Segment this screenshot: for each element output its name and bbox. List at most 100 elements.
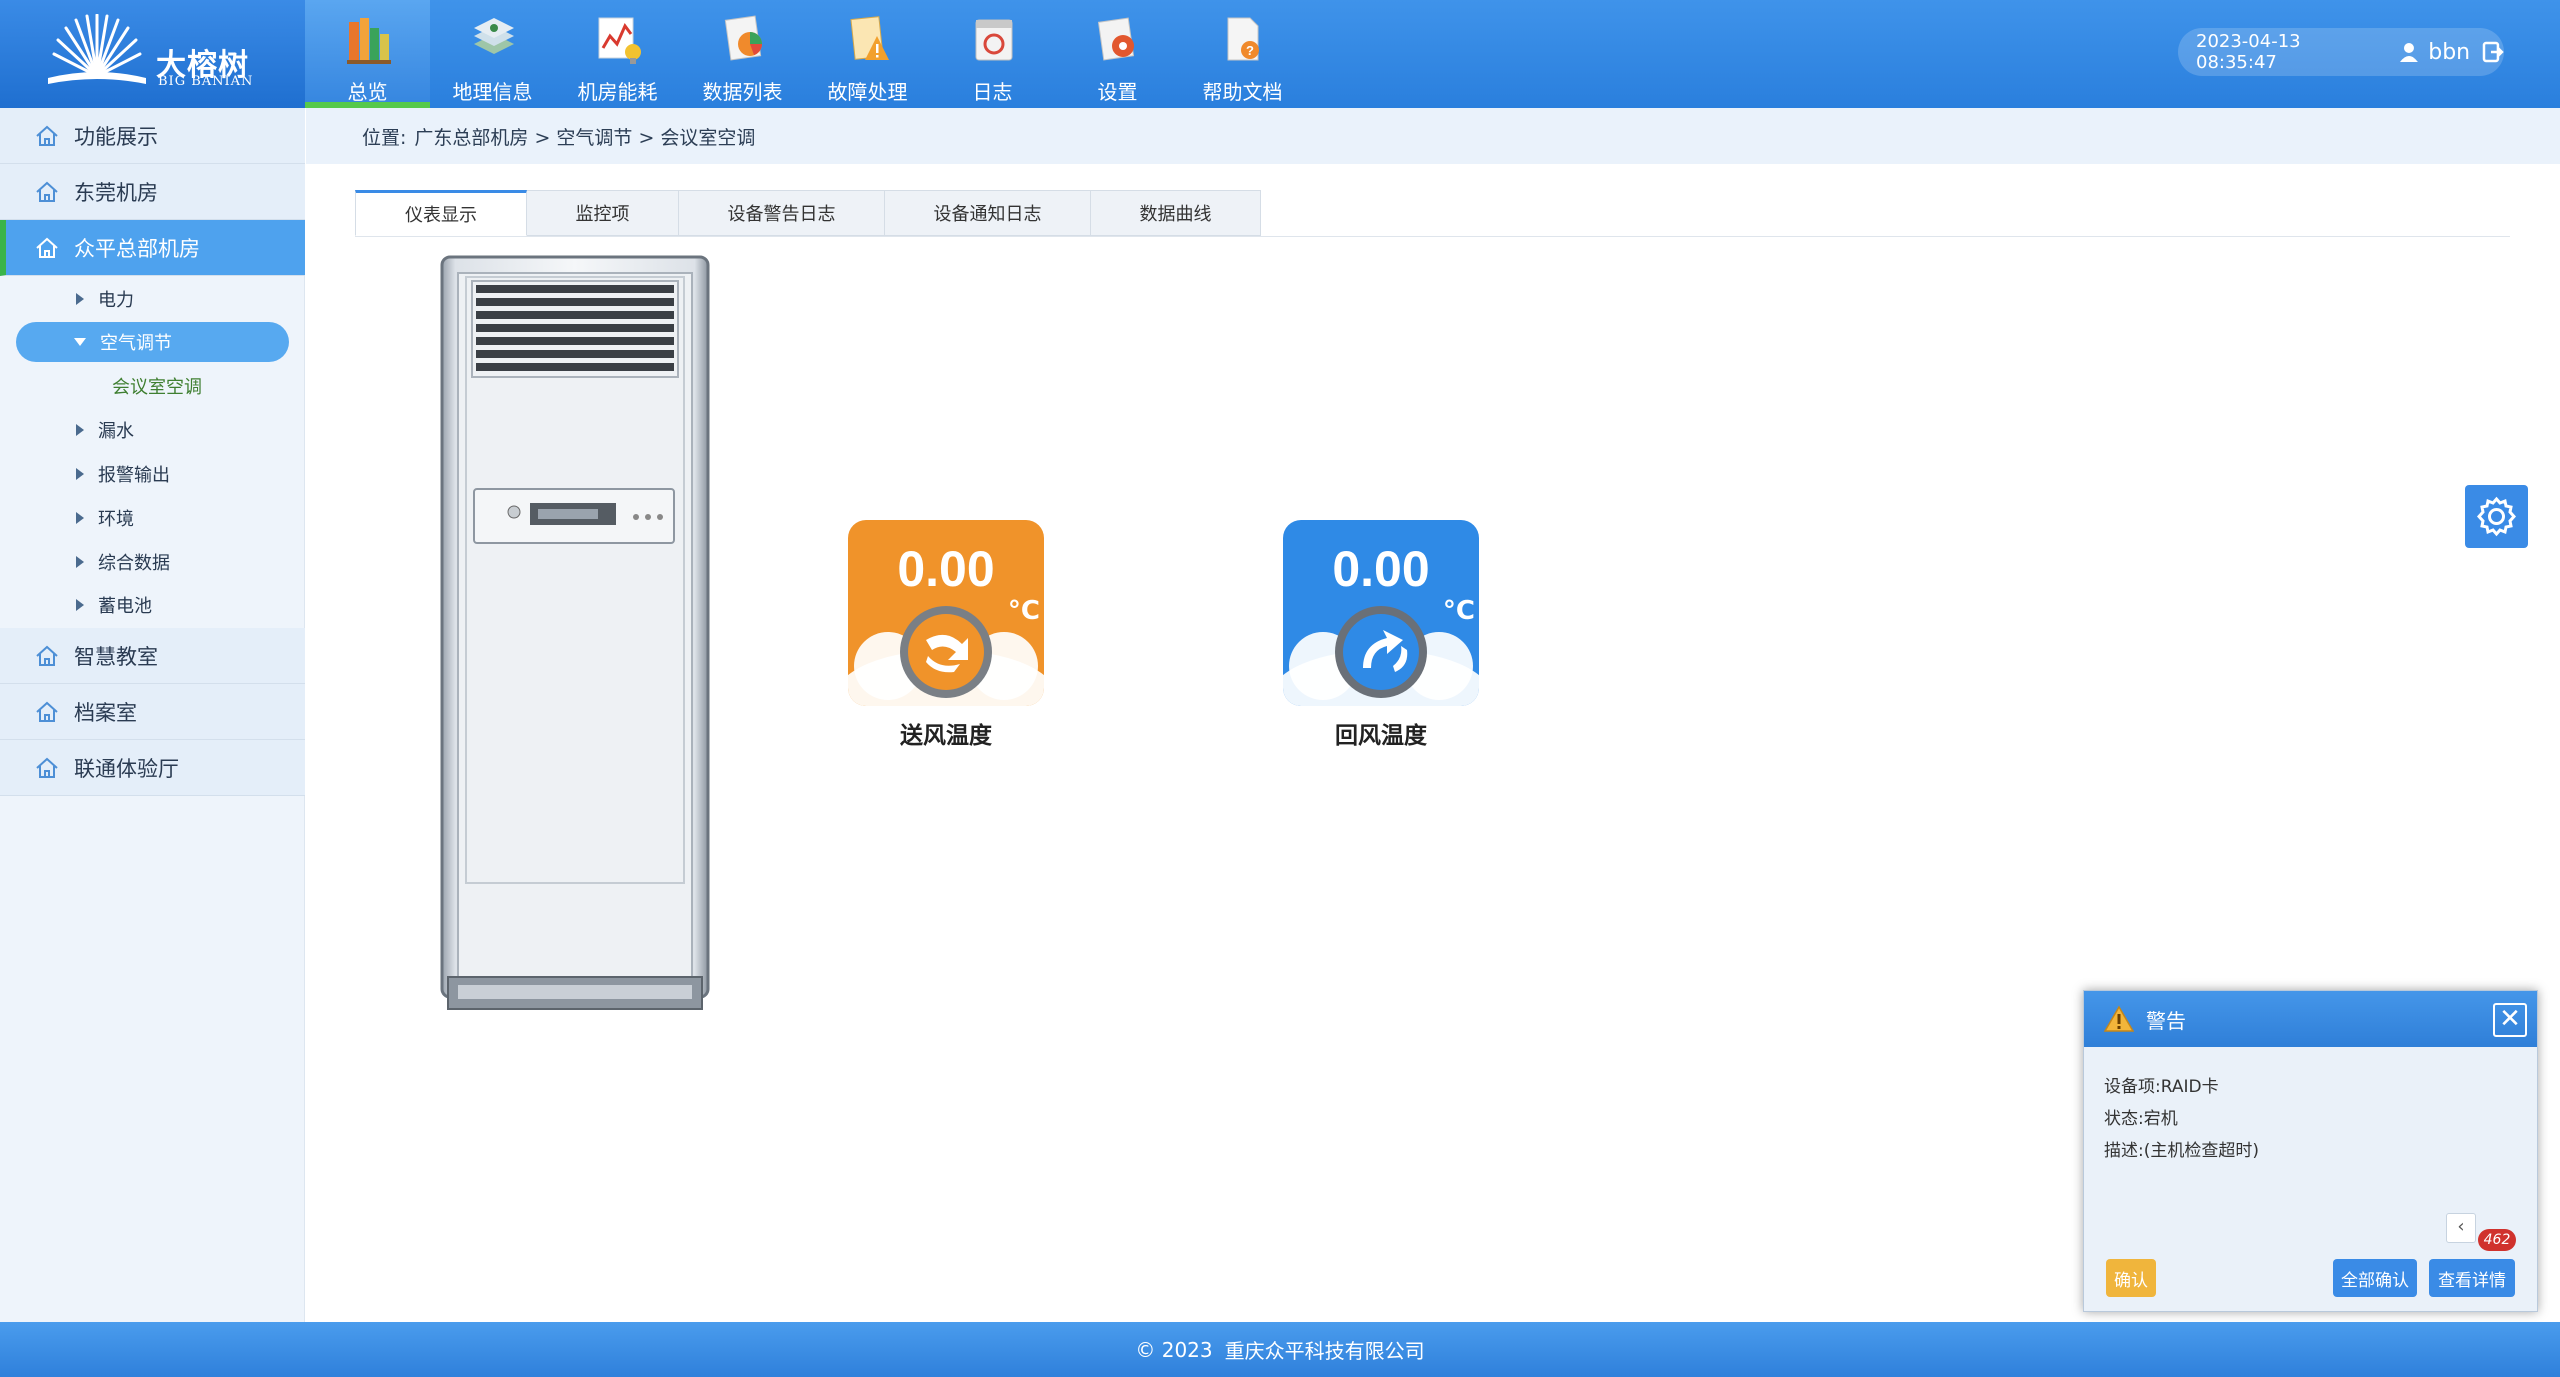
- confirm-button[interactable]: 确认: [2106, 1259, 2156, 1297]
- tab-data-curve[interactable]: 数据曲线: [1091, 190, 1261, 236]
- confirm-all-button[interactable]: 全部确认: [2333, 1259, 2417, 1297]
- sidebar-item-label: 环境: [98, 509, 134, 530]
- sidebar-group-feature-demo[interactable]: 功能展示: [0, 108, 305, 164]
- sidebar-group-dongguan[interactable]: 东莞机房: [0, 164, 305, 220]
- sidebar-item-air-conditioning[interactable]: 空气调节: [16, 322, 289, 362]
- user-info-bar: 2023-04-13 08:35:47 bbn: [2178, 28, 2504, 76]
- nav-settings-label: 设置: [1097, 80, 1138, 104]
- return-air-temp-gauge: 0.00 °C: [1283, 520, 1479, 706]
- username[interactable]: bbn: [2428, 40, 2470, 65]
- sidebar-item-alarm-output[interactable]: 报警输出: [16, 454, 289, 494]
- return-air-temp-label: 回风温度: [1335, 723, 1427, 749]
- expand-arrow-icon: [76, 424, 84, 436]
- help-doc-icon: ?: [1227, 17, 1259, 61]
- user-icon: [2400, 43, 2419, 62]
- expand-arrow-icon: [76, 293, 84, 305]
- sidebar-item-label: 报警输出: [98, 465, 170, 486]
- close-button[interactable]: ✕: [2493, 1003, 2527, 1037]
- warning-popup-title: 警告: [2146, 1008, 2186, 1033]
- warning-device-item: 设备项:RAID卡: [2104, 1077, 2219, 1097]
- warning-description: 描述:(主机检查超时): [2104, 1141, 2259, 1161]
- nav-energy-label: 机房能耗: [577, 80, 658, 104]
- sidebar-group-label: 东莞机房: [74, 180, 158, 205]
- warning-count-badge: 462: [2478, 1229, 2516, 1251]
- home-icon: [36, 237, 58, 258]
- expand-arrow-icon: [76, 512, 84, 524]
- tab-bar: 仪表显示 监控项 设备警告日志 设备通知日志 数据曲线: [355, 190, 1261, 236]
- nav-fault[interactable]: 故障处理: [805, 0, 930, 108]
- sidebar: 功能展示 东莞机房 众平总部机房 电力 空气调节 会议室空调 漏水 报警输出 环…: [0, 108, 305, 1322]
- breadcrumb-path[interactable]: 广东总部机房 > 空气调节 > 会议室空调: [414, 123, 755, 150]
- nav-log-label: 日志: [972, 80, 1013, 104]
- collapse-arrow-icon: [74, 338, 86, 346]
- sidebar-item-label: 空气调节: [100, 333, 172, 354]
- warning-popup-body: 设备项:RAID卡 状态:宕机 描述:(主机检查超时): [2104, 1071, 2259, 1167]
- sidebar-group-label: 智慧教室: [74, 644, 158, 669]
- expand-arrow-icon: [76, 599, 84, 611]
- sidebar-item-water-leak[interactable]: 漏水: [16, 410, 289, 450]
- sidebar-item-battery[interactable]: 蓄电池: [16, 585, 289, 625]
- warning-status: 状态:宕机: [2104, 1109, 2178, 1129]
- view-details-button[interactable]: 查看详情: [2429, 1259, 2515, 1297]
- sidebar-group-archive-room[interactable]: 档案室: [0, 684, 305, 740]
- settings-gear-icon: [1097, 17, 1135, 61]
- nav-overview[interactable]: 总览: [305, 0, 430, 108]
- tab-device-notice-log[interactable]: 设备通知日志: [885, 190, 1091, 236]
- sidebar-group-label: 功能展示: [74, 124, 158, 149]
- sidebar-group-hq[interactable]: 众平总部机房: [0, 220, 305, 276]
- nav-overview-label: 总览: [347, 80, 388, 104]
- nav-help[interactable]: ? 帮助文档: [1180, 0, 1305, 108]
- sidebar-item-label: 漏水: [98, 421, 134, 442]
- nav-settings[interactable]: 设置: [1055, 0, 1180, 108]
- sidebar-group-label: 联通体验厅: [74, 756, 179, 781]
- svg-text:?: ?: [1246, 43, 1254, 58]
- brand-logo[interactable]: 大榕树 BIG BANIAN: [0, 0, 305, 108]
- return-air-temp-unit: °C: [1442, 596, 1475, 626]
- sidebar-item-label: 蓄电池: [98, 596, 152, 617]
- tab-gauge-display[interactable]: 仪表显示: [355, 190, 527, 236]
- top-header: 大榕树 BIG BANIAN 总览 地理信息 机房能耗 数据列表 故障处理 日志…: [0, 0, 2560, 108]
- warning-popup: 警告 ✕ 设备项:RAID卡 状态:宕机 描述:(主机检查超时) ‹ 462 确…: [2083, 990, 2538, 1312]
- footer-company: 重庆众平科技有限公司: [1224, 1339, 1425, 1363]
- sidebar-leaf-meeting-room-ac[interactable]: 会议室空调: [112, 366, 202, 406]
- floating-settings-button[interactable]: [2465, 485, 2528, 548]
- warning-popup-header: 警告 ✕: [2084, 991, 2537, 1047]
- logout-icon[interactable]: [2482, 41, 2504, 63]
- sidebar-item-power[interactable]: 电力: [16, 279, 289, 319]
- nav-data-list[interactable]: 数据列表: [680, 0, 805, 108]
- breadcrumb-prefix: 位置:: [362, 126, 407, 149]
- supply-air-temp-value: 0.00: [897, 541, 995, 597]
- home-icon: [36, 701, 58, 722]
- sidebar-group-unicom-hall[interactable]: 联通体验厅: [0, 740, 305, 796]
- sidebar-item-integrated-data[interactable]: 综合数据: [16, 542, 289, 582]
- sidebar-group-label: 档案室: [74, 700, 137, 725]
- nav-log[interactable]: 日志: [930, 0, 1055, 108]
- previous-warning-button[interactable]: ‹: [2446, 1213, 2476, 1243]
- breadcrumb: 位置: 广东总部机房 > 空气调节 > 会议室空调: [306, 108, 2560, 164]
- gear-icon: [2476, 496, 2517, 537]
- geo-map-icon: [474, 18, 514, 54]
- nav-geo-info-label: 地理信息: [452, 80, 533, 104]
- sidebar-item-label: 电力: [98, 290, 134, 311]
- sidebar-group-smart-classroom[interactable]: 智慧教室: [0, 628, 305, 684]
- current-datetime: 2023-04-13 08:35:47: [2196, 31, 2301, 73]
- warning-triangle-icon: [2104, 1005, 2134, 1032]
- supply-air-temp-label: 送风温度: [900, 723, 992, 749]
- fault-warning-icon: [850, 16, 889, 60]
- expand-arrow-icon: [76, 468, 84, 480]
- air-conditioner-unit-image: [440, 255, 710, 1010]
- nav-energy[interactable]: 机房能耗: [555, 0, 680, 108]
- home-icon: [36, 181, 58, 202]
- supply-air-temp-unit: °C: [1007, 596, 1040, 626]
- tab-device-warning-log[interactable]: 设备警告日志: [679, 190, 885, 236]
- sidebar-group-label: 众平总部机房: [74, 236, 200, 261]
- nav-fault-label: 故障处理: [827, 80, 908, 104]
- return-air-temp-value: 0.00: [1332, 541, 1430, 597]
- overview-books-icon: [347, 18, 391, 64]
- log-calendar-icon: [975, 19, 1013, 61]
- nav-geo-info[interactable]: 地理信息: [430, 0, 555, 108]
- sidebar-item-environment[interactable]: 环境: [16, 498, 289, 538]
- footer: © 2023 重庆众平科技有限公司: [0, 1322, 2560, 1377]
- tab-monitor-items[interactable]: 监控项: [527, 190, 679, 236]
- home-icon: [36, 757, 58, 778]
